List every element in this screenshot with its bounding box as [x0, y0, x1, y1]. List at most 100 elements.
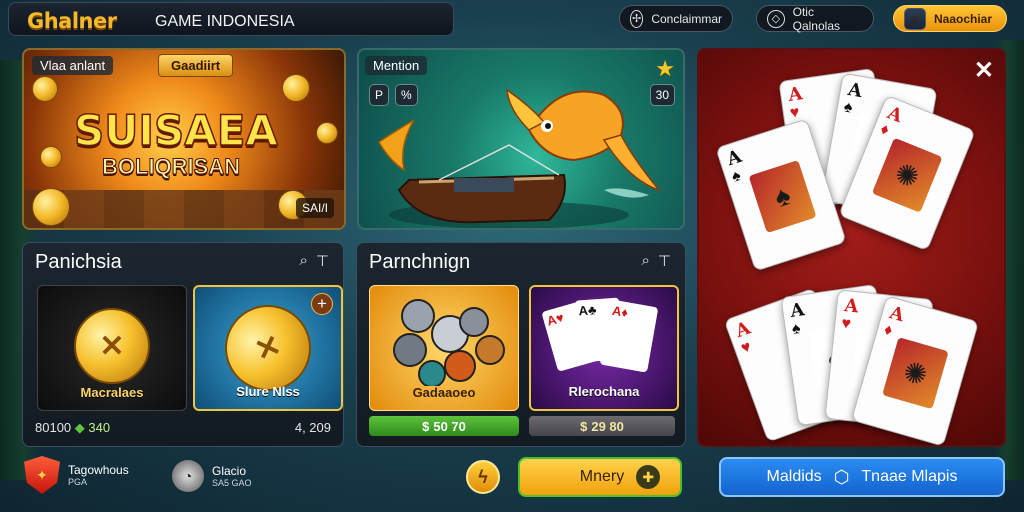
dollar-icon: $ [580, 418, 588, 434]
secondary-cta-right: Tnaae Mlapis [861, 468, 958, 485]
search-icon[interactable]: ⌕ [642, 252, 650, 270]
lower-mid-icons: ⌕ ⊤ [642, 252, 671, 270]
card-rank: A [843, 295, 860, 318]
compass-icon: ✢ [630, 9, 644, 28]
stat-right: 4, 209 [294, 420, 331, 435]
bottom-item-2[interactable]: ◔ Glacio SA5 GAO [172, 460, 252, 492]
fish-scene [378, 88, 662, 228]
chip [418, 360, 446, 386]
fish-pupil [545, 123, 551, 129]
bar-1[interactable]: $ 50 70 [369, 416, 519, 436]
chip [393, 333, 427, 367]
top-pill-2[interactable]: ◇ Otic Qalnolas [756, 4, 874, 33]
bottom-item-2-sub: SA5 GAO [212, 478, 252, 488]
slot-ribbon: Gaadiirt [158, 54, 234, 77]
spade-icon: ♠ [729, 167, 743, 186]
secondary-cta-left: Maldids [766, 468, 822, 485]
bottom-item-2-title: Glacio [212, 464, 247, 478]
spade-icon: ♠ [790, 319, 802, 338]
bottom-item-1-title: Tagowhous [68, 463, 129, 477]
water-splash [604, 188, 649, 198]
game-tile-4[interactable]: A♥ A♣ A♦ Rlerochana [529, 285, 679, 411]
chip [444, 350, 476, 382]
lightning-button[interactable]: ϟ [466, 460, 500, 494]
lower-left-icons: ⌕ ⊤ [300, 252, 329, 270]
lower-left-title: Panichsia [35, 251, 122, 273]
card-rank: A [789, 299, 806, 322]
bottom-item-1-sub: PGA [68, 477, 88, 487]
slot-subtitle: BOLIQRISAN [101, 154, 241, 180]
game-tile-2[interactable]: ✕ + Slure Nlss [193, 285, 343, 411]
card-rank: A [724, 145, 745, 171]
primary-cta-label: Mnery [579, 468, 625, 485]
game-tile-1[interactable]: ✕ Macralaes [37, 285, 187, 411]
slot-corner-badge: SAI/I [295, 198, 334, 218]
stat-left-group: 80100 ◆ 340 [35, 420, 110, 436]
profile-button[interactable]: ☺ Naaochiar [893, 5, 1007, 32]
bottom-item-1[interactable]: ✦ Tagowhous PGA [24, 456, 129, 494]
coin-icon [316, 122, 338, 144]
top-pill-1[interactable]: ✢ Conclaimmar [619, 5, 733, 32]
fish-fin [506, 88, 546, 131]
filter-icon[interactable]: ⊤ [316, 252, 329, 270]
stat-left: 80100 [35, 420, 72, 435]
close-icon[interactable]: ✕ [974, 56, 994, 85]
tile-3-label: Gadaaoeo [412, 385, 476, 400]
diamond-suit-icon: ♦ [881, 321, 895, 340]
lower-middle-panel: Parnchnign ⌕ ⊤ Gadaaoeo A♥ A♣ A♦ Rleroch… [356, 242, 686, 447]
profile-label: Naaochiar [934, 11, 993, 26]
tile-4-label: Rlerochana [568, 384, 640, 399]
primary-cta-button[interactable]: Mnery ✚ [518, 457, 682, 497]
tile-2-label: Slure Nlss [236, 384, 300, 399]
diamond-suit-icon: ♦ [877, 120, 892, 140]
brand-bar: Ghalner GAME INDONESIA [8, 2, 454, 36]
slot-tab-label: Vlaa anlant [32, 56, 114, 75]
lower-mid-title: Parnchnign [369, 251, 471, 273]
add-icon[interactable]: + [311, 293, 333, 315]
dollar-icon: $ [422, 418, 430, 434]
left-stats: 80100 ◆ 340 4, 209 [35, 420, 331, 436]
boat-cargo [454, 178, 514, 192]
avatar: ☺ [904, 7, 926, 30]
lightning-icon: ϟ [478, 466, 488, 487]
top-pill-2-label: Otic Qalnolas [792, 4, 840, 33]
bottom-item-1-text: Tagowhous PGA [68, 463, 129, 487]
coin-icon [282, 74, 310, 102]
bar-2[interactable]: $ 29 80 [529, 416, 675, 436]
stat-mid: 340 [88, 420, 111, 435]
search-icon[interactable]: ⌕ [300, 252, 308, 270]
diamond-icon: ◇ [767, 9, 785, 28]
shield-icon: ✦ [24, 456, 60, 494]
mascot-icon: ◔ [172, 460, 204, 492]
brand-subtitle: GAME INDONESIA [155, 13, 295, 30]
coin-icon [40, 146, 62, 168]
card-art: ✺ [882, 337, 949, 410]
card-rank: A [787, 83, 804, 106]
card-art: ♠ [748, 160, 817, 234]
lower-left-panel: Panichsia ⌕ ⊤ ✕ Macralaes ✕ + Slure Nlss… [22, 242, 344, 447]
card-rank: A [732, 317, 754, 343]
slot-title: SUISAEA [73, 105, 278, 156]
filter-icon[interactable]: ⊤ [658, 252, 671, 270]
bottom-item-2-text: Glacio SA5 GAO [212, 464, 252, 488]
chip [459, 307, 489, 337]
bar-2-value: 29 80 [591, 418, 624, 434]
fishing-game-card[interactable]: Mention ★ P % 30 [357, 48, 685, 230]
brand-logo[interactable]: Ghalner [27, 9, 117, 33]
heart-icon: ♥ [738, 338, 754, 358]
fish-tail-2 [602, 134, 662, 192]
spade-icon: ♠ [842, 98, 854, 117]
coin-icon [32, 188, 70, 226]
fish-tail-1 [378, 119, 415, 172]
coin-icon [32, 76, 58, 102]
card-art: ✺ [871, 137, 943, 213]
chip [475, 335, 505, 365]
game-tile-3[interactable]: Gadaaoeo [369, 285, 519, 411]
cards-game-card[interactable]: ✕ A♥ A♠ ♠ A♦ ✺ A♠ ♠ A♥ A♠ ♠ A♥ ♥ A♦ ✺ [697, 48, 1006, 447]
bar-1-value: 50 70 [433, 418, 466, 434]
secondary-cta-button[interactable]: Maldids ⬡ Tnaae Mlapis [719, 457, 1005, 497]
gem-icon: ◆ [74, 420, 85, 435]
slot-game-card[interactable]: Vlaa anlant Gaadiirt SUISAEA BOLIQRISAN … [22, 48, 346, 230]
dice-pile-icon [393, 299, 505, 386]
top-bar: Ghalner GAME INDONESIA ✢ Conclaimmar ◇ O… [0, 0, 1024, 40]
